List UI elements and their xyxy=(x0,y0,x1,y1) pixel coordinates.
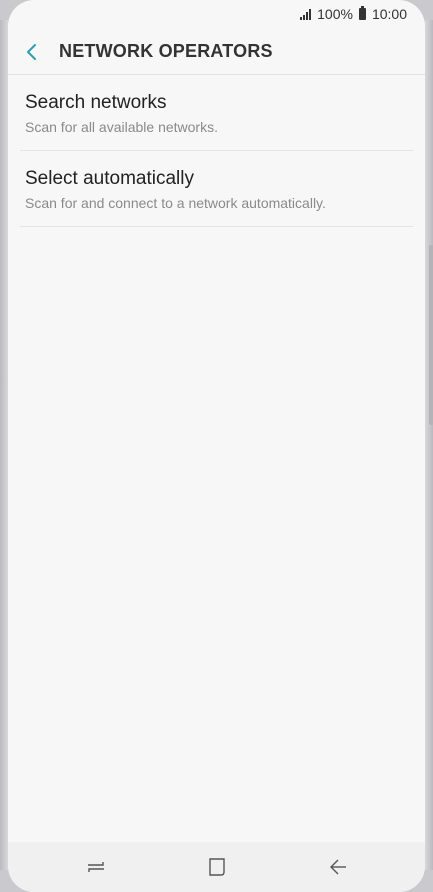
list-item-title: Select automatically xyxy=(25,168,194,189)
home-icon xyxy=(209,858,225,876)
clock: 10:00 xyxy=(371,6,407,22)
device-edge-left xyxy=(0,20,8,870)
list-item-search-networks[interactable]: Search networks Scan for all available n… xyxy=(20,75,413,151)
status-indicators: 100% 10:00 xyxy=(300,6,407,22)
home-button[interactable] xyxy=(203,854,231,880)
back-button[interactable] xyxy=(18,38,46,66)
list-item-title: Search networks xyxy=(25,92,167,113)
navigation-bar xyxy=(8,842,425,892)
list-item-subtitle: Scan for and connect to a network automa… xyxy=(25,195,326,211)
battery-percent: 100% xyxy=(317,6,353,22)
screen: 100% 10:00 NETWORK OPERATORS Search netw… xyxy=(8,0,425,892)
recent-apps-button[interactable] xyxy=(82,854,110,880)
battery-icon xyxy=(358,6,366,20)
status-bar: 100% 10:00 xyxy=(8,0,425,28)
device-frame: 100% 10:00 NETWORK OPERATORS Search netw… xyxy=(0,0,433,892)
app-bar: NETWORK OPERATORS xyxy=(8,30,425,75)
page-title: NETWORK OPERATORS xyxy=(59,41,273,61)
chevron-left-icon xyxy=(27,44,36,60)
side-key xyxy=(429,245,433,425)
signal-icon xyxy=(300,8,312,20)
settings-list: Search networks Scan for all available n… xyxy=(8,75,425,227)
device-edge-right xyxy=(425,20,433,870)
back-nav-button[interactable] xyxy=(324,854,352,880)
list-item-subtitle: Scan for all available networks. xyxy=(25,119,218,135)
back-arrow-icon xyxy=(330,859,346,875)
list-item-select-automatically[interactable]: Select automatically Scan for and connec… xyxy=(20,151,413,227)
recent-apps-icon xyxy=(88,862,104,872)
